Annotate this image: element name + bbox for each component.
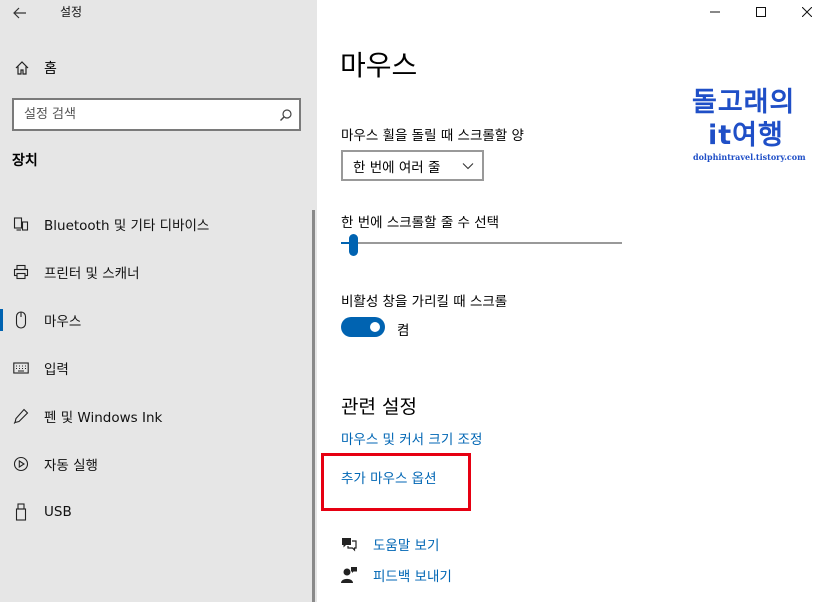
sidebar-item-label: 자동 실행 [44, 458, 98, 474]
minimize-button[interactable] [692, 0, 738, 24]
pen-icon [11, 408, 31, 424]
sidebar-item-mouse[interactable]: 마우스 [0, 296, 317, 344]
sidebar-scrollbar[interactable] [312, 210, 315, 602]
search-icon[interactable] [273, 108, 299, 122]
sidebar-item-label: 입력 [44, 362, 69, 378]
home-label: 홈 [44, 61, 57, 77]
sidebar-item-pen[interactable]: 펜 및 Windows Ink [0, 392, 317, 440]
toggle-knob [370, 322, 380, 332]
maximize-button[interactable] [738, 0, 784, 24]
wheel-scroll-label: 마우스 휠을 돌릴 때 스크롤할 양 [341, 128, 524, 144]
related-settings-title: 관련 설정 [341, 396, 417, 418]
sidebar-item-label: 펜 및 Windows Ink [44, 410, 163, 426]
autoplay-icon [11, 456, 31, 472]
keyboard-icon [11, 362, 31, 374]
close-icon [802, 7, 812, 17]
wheel-scroll-dropdown[interactable]: 한 번에 여러 줄 [341, 150, 484, 181]
search-input[interactable] [14, 107, 273, 122]
wheel-scroll-value: 한 번에 여러 줄 [353, 159, 441, 176]
app-title: 설정 [60, 5, 83, 19]
feedback-person-icon [339, 566, 359, 584]
inactive-scroll-toggle[interactable] [341, 317, 385, 337]
sidebar-item-label: USB [44, 504, 72, 520]
watermark-line2: it여행 [708, 120, 784, 151]
sidebar-nav: Bluetooth 및 기타 디바이스 프린터 및 스캐너 마우스 입력 펜 및… [0, 200, 317, 536]
chevron-down-icon [462, 162, 474, 169]
scroll-lines-slider[interactable] [341, 232, 622, 256]
sidebar-item-usb[interactable]: USB [0, 488, 317, 536]
get-help-label: 도움말 보기 [373, 538, 440, 554]
section-heading-devices: 장치 [12, 153, 38, 169]
home-icon [12, 60, 32, 76]
link-cursor-size[interactable]: 마우스 및 커서 크기 조정 [341, 428, 482, 448]
sidebar-item-bluetooth[interactable]: Bluetooth 및 기타 디바이스 [0, 200, 317, 248]
mouse-icon [11, 311, 31, 329]
slider-fill [341, 242, 350, 244]
sidebar-item-label: 마우스 [44, 314, 82, 330]
minimize-icon [710, 11, 720, 13]
search-box[interactable] [12, 98, 301, 131]
inactive-scroll-label: 비활성 창을 가리킬 때 스크롤 [341, 294, 508, 310]
sidebar-item-label: Bluetooth 및 기타 디바이스 [44, 218, 210, 234]
printer-icon [11, 264, 31, 280]
sidebar: 설정 홈 장치 Bluetooth 및 기타 디바이스 프린터 및 스캐너 [0, 0, 317, 602]
watermark-url: dolphintravel.tistory.com [693, 152, 806, 162]
sidebar-item-autoplay[interactable]: 자동 실행 [0, 440, 317, 488]
back-button[interactable] [8, 2, 32, 24]
get-help-link[interactable]: 도움말 보기 [339, 534, 439, 554]
slider-thumb[interactable] [349, 234, 359, 256]
usb-icon [11, 503, 31, 521]
sidebar-item-label: 프린터 및 스캐너 [44, 266, 140, 282]
sidebar-item-printers[interactable]: 프린터 및 스캐너 [0, 248, 317, 296]
maximize-icon [756, 7, 766, 17]
page-title: 마우스 [340, 49, 418, 82]
feedback-link[interactable]: 피드백 보내기 [339, 565, 452, 585]
highlight-box [321, 453, 471, 511]
bluetooth-devices-icon [11, 216, 31, 232]
help-chat-icon [339, 536, 359, 552]
toggle-state-label: 켬 [397, 323, 410, 339]
sidebar-item-typing[interactable]: 입력 [0, 344, 317, 392]
sidebar-item-home[interactable]: 홈 [0, 52, 317, 84]
scroll-lines-label: 한 번에 스크롤할 줄 수 선택 [341, 215, 500, 231]
close-button[interactable] [784, 0, 826, 24]
slider-track [341, 242, 622, 244]
watermark-logo: 돌고래의 it여행 dolphintravel.tistory.com [690, 80, 820, 170]
feedback-label: 피드백 보내기 [373, 569, 452, 585]
arrow-left-icon [13, 7, 26, 19]
